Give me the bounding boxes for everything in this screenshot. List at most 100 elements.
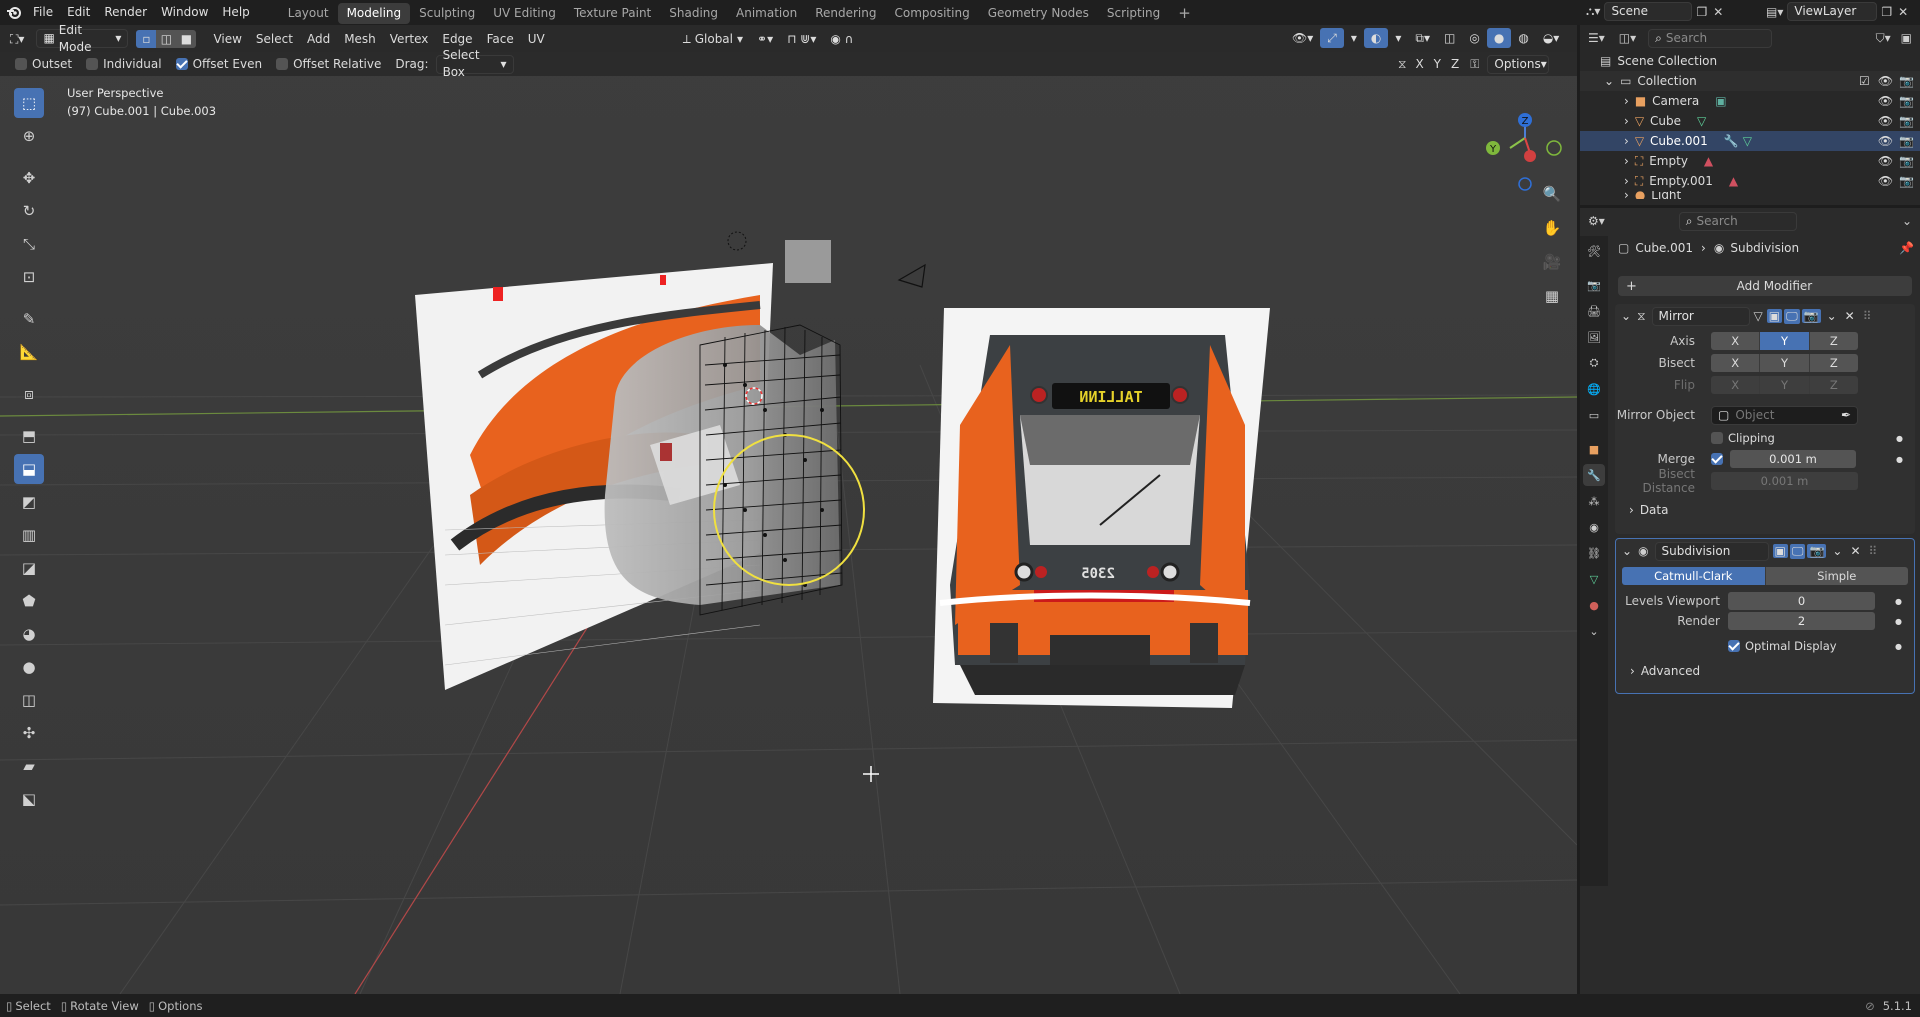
- empty-image-object[interactable]: [785, 240, 831, 283]
- mirror-x-toggle[interactable]: X: [1410, 54, 1428, 74]
- transform-orientation[interactable]: ⟂ Global ▾: [676, 29, 750, 49]
- outliner-item-empty[interactable]: › ⛶ Empty ▲ 👁 📷: [1580, 151, 1920, 171]
- levels-viewport-field[interactable]: 0: [1728, 592, 1875, 610]
- edit-mode-cage-icon[interactable]: ▽: [1754, 309, 1763, 323]
- keyframe-dot-icon[interactable]: ●: [1895, 617, 1902, 626]
- clipping-checkbox[interactable]: [1711, 431, 1728, 445]
- bisect-y-toggle[interactable]: Y: [1760, 354, 1810, 372]
- visibility-eye-icon[interactable]: 👁: [1878, 171, 1893, 191]
- transform-tool-icon[interactable]: ⊡: [14, 262, 44, 292]
- overlay-toggle-icon[interactable]: ◐: [1363, 28, 1389, 48]
- modifier-menu-icon[interactable]: ⌄: [1832, 544, 1842, 558]
- chevron-down-icon[interactable]: ⌄: [1902, 214, 1912, 228]
- cursor-tool-icon[interactable]: ⊕: [14, 121, 44, 151]
- modifier-tab-icon[interactable]: 🔧: [1583, 464, 1605, 486]
- outliner-collection[interactable]: ⌄ ▭ Collection ☑ 👁 📷: [1580, 71, 1920, 91]
- scene-icon[interactable]: ⛬▾: [1586, 4, 1600, 19]
- zoom-icon[interactable]: 🔍: [1537, 179, 1567, 209]
- options-dropdown[interactable]: Options ▾: [1487, 54, 1550, 74]
- menu-edit[interactable]: Edit: [60, 0, 97, 25]
- catmull-clark-button[interactable]: Catmull-Clark: [1622, 567, 1766, 585]
- auto-merge-icon[interactable]: ⚿: [1470, 57, 1479, 72]
- collection-tab-icon[interactable]: ▭: [1583, 404, 1605, 426]
- menu-window[interactable]: Window: [154, 0, 215, 25]
- poly-build-tool-icon[interactable]: ⬟: [14, 586, 44, 616]
- chevron-right-icon[interactable]: ›: [1624, 171, 1629, 191]
- add-workspace-icon[interactable]: +: [1169, 3, 1200, 24]
- rendered-shading-icon[interactable]: ◒▾: [1536, 28, 1567, 48]
- tab-sculpting[interactable]: Sculpting: [410, 3, 484, 24]
- simple-button[interactable]: Simple: [1765, 567, 1908, 585]
- move-tool-icon[interactable]: ✥: [14, 163, 44, 193]
- bevel-tool-icon[interactable]: ◩: [14, 487, 44, 517]
- visibility-icon[interactable]: 👁▾: [1285, 28, 1320, 48]
- vertex-select-icon[interactable]: ▫: [136, 29, 157, 48]
- pin-icon[interactable]: 📌: [1899, 241, 1914, 255]
- particles-tab-icon[interactable]: ⁂: [1583, 490, 1605, 512]
- display-mode-icon[interactable]: ◫▾: [1619, 31, 1636, 45]
- keyframe-dot-icon[interactable]: ●: [1896, 434, 1903, 443]
- bisect-z-toggle[interactable]: Z: [1809, 354, 1858, 372]
- outliner-search[interactable]: ⌕ Search: [1648, 28, 1773, 48]
- proportional-edit-icon[interactable]: ◉ ∩: [823, 29, 860, 49]
- outliner-editor-icon[interactable]: ☰▾: [1588, 31, 1605, 45]
- eyedropper-icon[interactable]: ✒: [1841, 407, 1851, 424]
- edge-select-icon[interactable]: ◫: [156, 29, 177, 48]
- menu-view[interactable]: View: [206, 29, 248, 49]
- chevron-down-icon[interactable]: ⌄: [1622, 544, 1632, 558]
- axis-z-toggle[interactable]: Z: [1809, 332, 1858, 350]
- mirror-name-field[interactable]: Mirror: [1651, 306, 1750, 326]
- rip-region-tool-icon[interactable]: ⬕: [14, 784, 44, 814]
- modifier-menu-icon[interactable]: ⌄: [1827, 309, 1837, 323]
- merge-checkbox[interactable]: [1711, 452, 1728, 466]
- select-box-tool-icon[interactable]: ⬚: [14, 88, 44, 118]
- snap-icon[interactable]: ⊓ ⋓▾: [780, 29, 823, 49]
- mirror-z-toggle[interactable]: Z: [1446, 54, 1464, 74]
- menu-render[interactable]: Render: [97, 0, 154, 25]
- tab-layout[interactable]: Layout: [279, 3, 338, 24]
- view-layer-icon[interactable]: ▤▾: [1766, 5, 1783, 19]
- keyframe-dot-icon[interactable]: ●: [1895, 597, 1902, 606]
- drag-handle-icon[interactable]: ⠿: [1869, 544, 1878, 558]
- menu-add[interactable]: Add: [300, 29, 337, 49]
- rotate-tool-icon[interactable]: ↻: [14, 196, 44, 226]
- loop-cut-tool-icon[interactable]: ▥: [14, 520, 44, 550]
- new-view-layer-icon[interactable]: ❐: [1881, 5, 1892, 19]
- visibility-eye-icon[interactable]: 👁: [1878, 111, 1893, 131]
- keyframe-dot-icon[interactable]: ●: [1895, 642, 1902, 651]
- tab-modeling[interactable]: Modeling: [337, 3, 411, 24]
- gizmo-toggle-icon[interactable]: ⤢: [1320, 28, 1344, 48]
- smooth-tool-icon[interactable]: ●: [14, 652, 44, 682]
- pivot-icon[interactable]: ⚭▾: [750, 29, 780, 49]
- visibility-eye-icon[interactable]: 👁: [1878, 91, 1893, 111]
- show-in-edit-mode-icon[interactable]: ▣: [1772, 544, 1788, 558]
- chevron-down-icon[interactable]: ⌄: [1604, 71, 1614, 91]
- show-in-viewport-icon[interactable]: 🖵: [1784, 308, 1800, 324]
- menu-edge[interactable]: Edge: [435, 29, 479, 49]
- menu-vertex[interactable]: Vertex: [383, 29, 436, 49]
- drag-select-dropdown[interactable]: Select Box ▾: [435, 48, 514, 79]
- menu-help[interactable]: Help: [215, 0, 256, 25]
- show-in-render-icon[interactable]: 📷: [1801, 309, 1821, 323]
- inset-faces-tool-icon[interactable]: ⬓: [14, 454, 44, 484]
- object-tab-icon[interactable]: ■: [1583, 438, 1605, 460]
- blender-logo-icon[interactable]: [0, 0, 26, 25]
- toggle-xray-icon[interactable]: ◫: [1437, 28, 1462, 48]
- tab-animation[interactable]: Animation: [727, 3, 806, 24]
- menu-select[interactable]: Select: [249, 29, 300, 49]
- optimal-display-checkbox[interactable]: [1728, 639, 1745, 653]
- menu-file[interactable]: File: [26, 0, 60, 25]
- subdivision-name-field[interactable]: Subdivision: [1654, 541, 1769, 561]
- delete-view-layer-icon[interactable]: ✕: [1898, 5, 1908, 19]
- outliner-item-cube[interactable]: › ▽ Cube ▽ 👁 📷: [1580, 111, 1920, 131]
- merge-distance-field[interactable]: 0.001 m: [1730, 450, 1856, 468]
- visibility-eye-icon[interactable]: 👁: [1878, 151, 1893, 171]
- scene-tab-icon[interactable]: ⛭: [1583, 352, 1605, 374]
- subdivision-panel-header[interactable]: ⌄ ◉ Subdivision ▣ 🖵 📷 ⌄ ✕ ⠿: [1616, 539, 1914, 563]
- tab-scripting[interactable]: Scripting: [1098, 3, 1169, 24]
- render-camera-icon[interactable]: 📷: [1899, 171, 1914, 191]
- reference-image-front[interactable]: TALLINN 2305: [933, 308, 1270, 708]
- data-tab-icon[interactable]: ▽: [1583, 568, 1605, 590]
- visibility-eye-icon[interactable]: 👁: [1878, 131, 1893, 151]
- gizmo-options-icon[interactable]: ▾: [1344, 28, 1364, 48]
